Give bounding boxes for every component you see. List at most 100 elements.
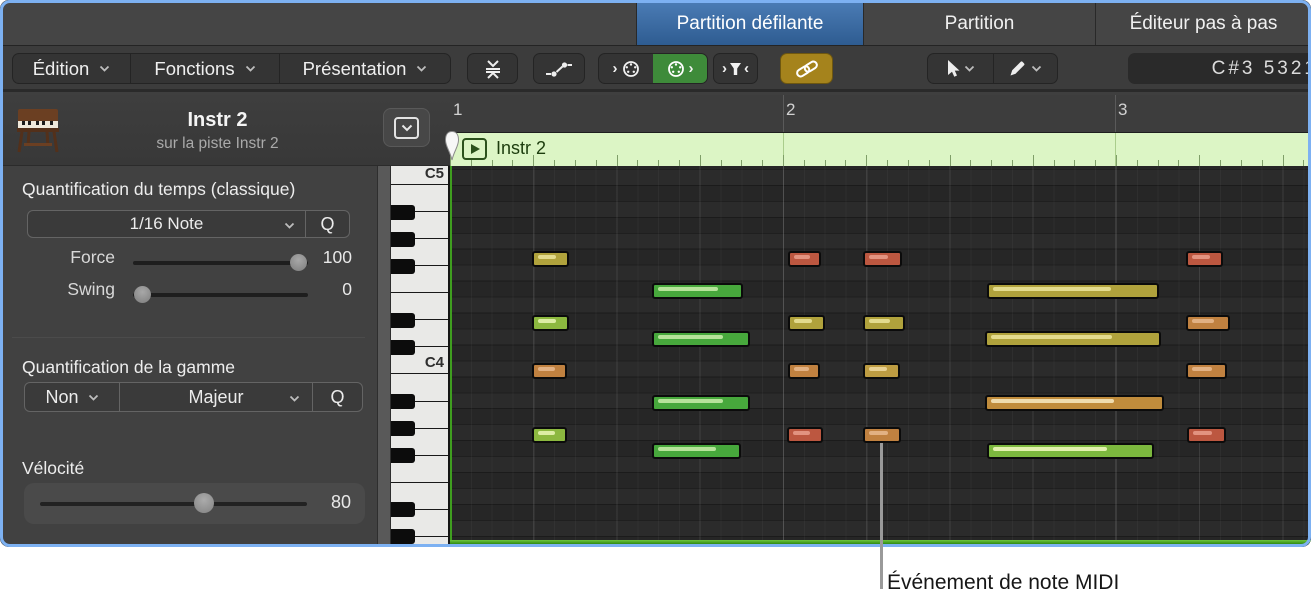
midi-note-event[interactable] <box>652 331 750 347</box>
midi-note-event[interactable] <box>652 443 741 459</box>
force-slider[interactable] <box>133 261 308 265</box>
time-quantize-dropdown[interactable]: 1/16 Note <box>28 211 305 237</box>
position-display: C#3 5321 <box>1128 53 1311 84</box>
pointer-tool-button[interactable] <box>928 54 993 83</box>
midi-note-event[interactable] <box>1186 363 1227 379</box>
grid-measure-line <box>783 166 784 545</box>
force-label: Force <box>0 247 115 268</box>
scale-type-value: Majeur <box>188 387 243 408</box>
instrument-track-subtitle: sur la piste Instr 2 <box>70 135 365 153</box>
midi-note-event[interactable] <box>987 283 1159 299</box>
piano-key-black[interactable] <box>391 232 415 247</box>
section-divider <box>12 337 365 338</box>
region-header-strip[interactable]: Instr 2 <box>450 133 1311 166</box>
pencil-tool-button[interactable] <box>993 54 1058 83</box>
logic-piano-roll-window: Partition défilante Partition Éditeur pa… <box>0 0 1311 547</box>
menu-label: Fonctions <box>154 58 234 80</box>
swing-slider[interactable] <box>133 293 308 297</box>
piano-key-black[interactable] <box>391 529 415 544</box>
note-filter-button[interactable]: › ‹ <box>713 53 758 84</box>
link-button[interactable] <box>780 53 833 84</box>
midi-note-event[interactable] <box>863 251 902 267</box>
midi-note-event[interactable] <box>652 283 743 299</box>
instrument-title-block: Instr 2 sur la piste Instr 2 <box>70 109 365 153</box>
filter-right-arrow: ‹ <box>744 60 749 77</box>
midi-note-event[interactable] <box>863 315 905 331</box>
inspector-disclosure-button[interactable] <box>383 108 430 147</box>
swing-label: Swing <box>0 279 115 300</box>
region-left-border <box>450 166 452 542</box>
velocity-slider-thumb[interactable] <box>194 493 214 513</box>
tab-partition[interactable]: Partition <box>863 3 1095 45</box>
midi-in-button[interactable]: › <box>599 54 653 83</box>
filter-left-arrow: › <box>722 60 727 77</box>
piano-key-black[interactable] <box>391 394 415 409</box>
midi-out-icon <box>667 60 685 78</box>
tab-label: Partition <box>945 13 1015 35</box>
piano-key-black[interactable] <box>391 313 415 328</box>
midi-note-event[interactable] <box>985 331 1161 347</box>
bar-ruler[interactable]: 1 2 3 <box>450 95 1311 133</box>
measure-line <box>1115 95 1116 132</box>
tab-partition-defilante[interactable]: Partition défilante <box>636 3 863 45</box>
time-quantize-apply-button[interactable]: Q <box>305 211 349 237</box>
edition-menu-button[interactable]: Édition <box>13 54 130 83</box>
velocity-value: 80 <box>331 492 351 513</box>
playhead-marker[interactable] <box>444 130 460 162</box>
tab-label: Éditeur pas à pas <box>1130 13 1278 35</box>
piano-key-black[interactable] <box>391 340 415 355</box>
piano-key-black[interactable] <box>391 205 415 220</box>
piano-key-black[interactable] <box>391 502 415 517</box>
callout-label: Événement de note MIDI <box>887 571 1119 595</box>
piano-key-white[interactable]: C5 <box>391 166 448 185</box>
collapse-mode-button[interactable] <box>467 53 518 84</box>
piano-key-black[interactable] <box>391 448 415 463</box>
collapse-icon <box>481 59 505 79</box>
chevron-down-icon <box>401 124 413 132</box>
midi-io-buttons: › › <box>598 53 708 84</box>
midi-note-event[interactable] <box>532 363 567 379</box>
tab-editeur-pas-a-pas[interactable]: Éditeur pas à pas <box>1095 3 1311 45</box>
midi-note-event[interactable] <box>1187 427 1226 443</box>
menu-group: Édition Fonctions Présentation <box>12 53 451 84</box>
midi-note-event[interactable] <box>985 395 1164 411</box>
scale-quantize-apply-button[interactable]: Q <box>312 383 362 411</box>
midi-draw-button[interactable] <box>533 53 585 84</box>
force-value: 100 <box>300 247 352 268</box>
midi-note-event-callout-target[interactable] <box>863 427 901 443</box>
instrument-header: Instr 2 sur la piste Instr 2 <box>0 95 450 166</box>
strip-ticks <box>450 154 1311 166</box>
measure-number: 2 <box>786 100 795 120</box>
velocity-slider[interactable] <box>40 502 307 506</box>
chevron-down-icon <box>284 222 295 229</box>
keyboard-zone: C5 C4 <box>378 166 450 545</box>
midi-in-icon <box>622 60 640 78</box>
midi-note-event[interactable] <box>532 427 567 443</box>
editor-tab-bar: Partition défilante Partition Éditeur pa… <box>0 0 1311 46</box>
midi-note-event[interactable] <box>652 395 750 411</box>
menu-label: Édition <box>33 58 90 80</box>
midi-note-event[interactable] <box>987 443 1154 459</box>
position-display-value: C#3 5321 <box>1212 58 1311 80</box>
pointer-tool-icon <box>945 59 960 78</box>
piano-key-black[interactable] <box>391 259 415 274</box>
midi-note-event[interactable] <box>1186 315 1230 331</box>
piano-key-black[interactable] <box>391 421 415 436</box>
midi-note-event[interactable] <box>863 363 900 379</box>
midi-out-button[interactable]: › <box>653 54 707 83</box>
midi-note-event[interactable] <box>788 251 821 267</box>
octave-label: C4 <box>425 354 444 371</box>
midi-note-event[interactable] <box>788 363 820 379</box>
midi-note-event[interactable] <box>788 315 825 331</box>
midi-note-event[interactable] <box>1186 251 1223 267</box>
octave-label: C5 <box>425 165 444 182</box>
fonctions-menu-button[interactable]: Fonctions <box>130 54 279 83</box>
swing-slider-thumb[interactable] <box>134 286 151 303</box>
presentation-menu-button[interactable]: Présentation <box>279 54 450 83</box>
midi-note-event[interactable] <box>532 251 569 267</box>
scale-root-dropdown[interactable]: Non <box>25 383 119 411</box>
measure-number: 1 <box>453 100 462 120</box>
scale-type-dropdown[interactable]: Majeur <box>119 383 312 411</box>
midi-note-event[interactable] <box>532 315 569 331</box>
midi-note-event[interactable] <box>787 427 823 443</box>
